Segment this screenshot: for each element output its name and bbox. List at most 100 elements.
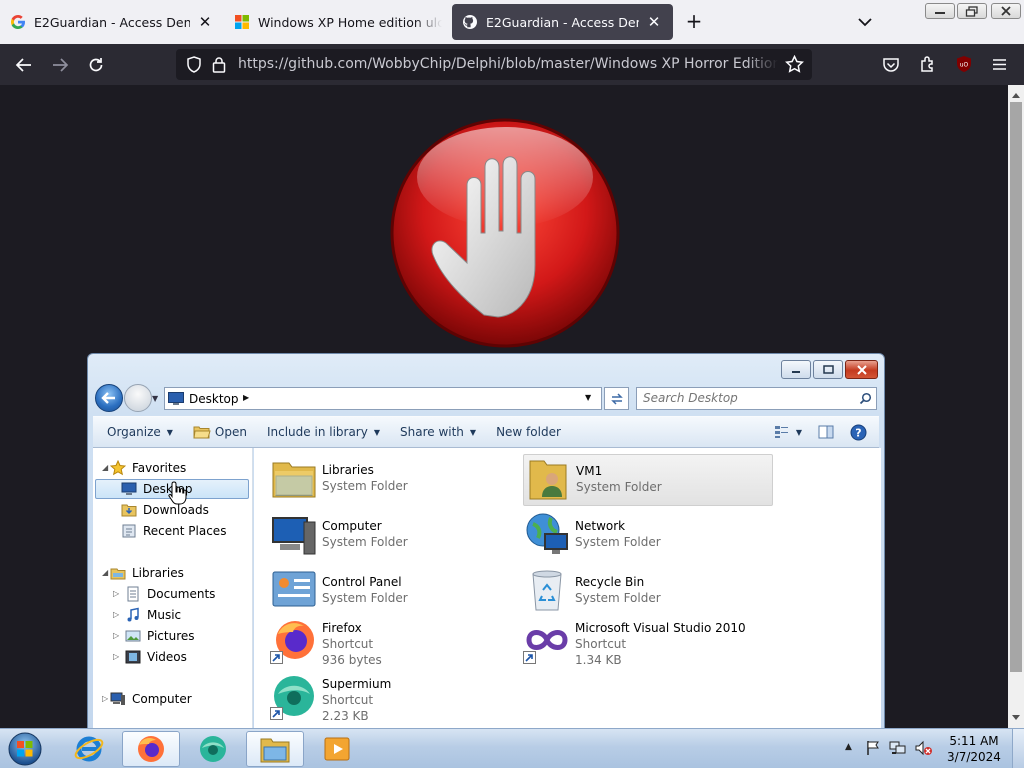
search-box[interactable] [636, 387, 877, 410]
close-tab-icon[interactable]: ✕ [645, 13, 663, 31]
ublock-icon[interactable]: uO [955, 55, 973, 73]
item-vm1[interactable]: VM1 System Folder [523, 454, 773, 506]
firefox-icon [138, 736, 164, 762]
breadcrumb-arrow-icon[interactable]: ▶ [243, 393, 249, 402]
taskbar-supermium[interactable] [184, 731, 242, 767]
collapse-arrow-icon[interactable]: ◢ [102, 463, 108, 472]
new-tab-button[interactable]: + [682, 10, 706, 34]
system-clock[interactable]: 5:11 AM 3/7/2024 [940, 733, 1008, 765]
nav-videos[interactable]: Videos [125, 647, 187, 667]
item-name: Computer [322, 519, 382, 533]
close-tab-icon[interactable]: ✕ [196, 13, 214, 31]
network-status-icon[interactable] [889, 740, 907, 756]
network-icon [526, 513, 568, 554]
show-desktop-button[interactable] [1012, 729, 1024, 768]
item-type: System Folder [322, 535, 408, 549]
window-minimize-button[interactable] [925, 3, 955, 19]
search-input[interactable] [643, 391, 853, 405]
nav-libraries[interactable]: Libraries [110, 563, 184, 583]
organize-button[interactable]: Organize ▼ [93, 420, 183, 444]
search-icon[interactable] [859, 392, 872, 405]
shield-icon[interactable] [186, 56, 202, 73]
start-button-icon[interactable] [6, 731, 44, 767]
tab-strip: E2Guardian - Access Denied ✕ Windows XP … [0, 0, 1024, 44]
star-icon[interactable] [785, 55, 804, 74]
scroll-up-icon[interactable] [1011, 91, 1021, 99]
share-with-label: Share with [400, 425, 464, 439]
scrollbar-thumb[interactable] [1010, 102, 1022, 672]
expand-arrow-icon[interactable]: ▷ [113, 589, 119, 598]
explorer-close-button[interactable] [845, 360, 878, 379]
new-folder-button[interactable]: New folder [486, 420, 571, 444]
taskbar-media-player[interactable] [308, 731, 366, 767]
nav-music[interactable]: Music [125, 605, 181, 625]
nav-favorites[interactable]: Favorites [110, 458, 186, 478]
expand-arrow-icon[interactable]: ▷ [102, 694, 108, 703]
change-view-button[interactable]: ▼ [768, 420, 808, 444]
volume-muted-icon[interactable] [915, 740, 933, 756]
reload-button[interactable] [83, 52, 109, 78]
item-name: Control Panel [322, 575, 402, 589]
open-button[interactable]: Open [183, 420, 257, 444]
menu-icon[interactable] [991, 56, 1008, 73]
item-firefox[interactable]: Firefox Shortcut 936 bytes [270, 616, 520, 674]
minimize-icon [792, 370, 800, 373]
url-text[interactable]: https://github.com/WobbyChip/Delphi/blob… [238, 56, 778, 72]
url-bar[interactable]: https://github.com/WobbyChip/Delphi/blob… [176, 49, 812, 80]
address-bar[interactable]: Desktop ▶ ▼ [164, 387, 602, 410]
include-in-library-label: Include in library [266, 425, 368, 439]
explorer-forward-button[interactable] [124, 384, 152, 412]
extensions-icon[interactable] [919, 55, 937, 73]
github-icon [463, 15, 477, 29]
item-visual-studio[interactable]: Microsoft Visual Studio 2010 Shortcut 1.34… [523, 616, 823, 674]
share-with-button[interactable]: Share with ▼ [390, 420, 486, 444]
nav-downloads[interactable]: Downloads [121, 500, 209, 520]
explorer-back-button[interactable] [95, 384, 123, 412]
tab-windows-xp[interactable]: Windows XP Home edition ulcp [224, 4, 452, 40]
expand-arrow-icon[interactable]: ▷ [113, 652, 119, 661]
maximize-icon [822, 365, 834, 374]
forward-button[interactable] [47, 52, 73, 78]
collapse-arrow-icon[interactable]: ◢ [102, 568, 108, 577]
window-close-button[interactable] [991, 3, 1021, 19]
item-type: Shortcut [322, 693, 374, 707]
back-button[interactable] [11, 52, 37, 78]
expand-arrow-icon[interactable]: ▷ [113, 610, 119, 619]
recent-pages-chevron-icon[interactable]: ▼ [152, 394, 158, 403]
item-control-panel[interactable]: Control Panel System Folder [270, 566, 520, 618]
expand-arrow-icon[interactable]: ▷ [113, 631, 119, 640]
lock-icon[interactable] [212, 56, 226, 73]
taskbar-internet-explorer[interactable] [60, 731, 118, 767]
recycle-bin-icon [532, 570, 562, 611]
nav-recent-places[interactable]: Recent Places [121, 521, 226, 541]
refresh-button[interactable] [604, 387, 629, 410]
nav-pictures[interactable]: Pictures [125, 626, 195, 646]
nav-computer[interactable]: Computer [110, 689, 192, 709]
item-libraries[interactable]: Libraries System Folder [270, 454, 520, 506]
visual-studio-shortcut-icon [523, 616, 571, 664]
window-restore-button[interactable] [957, 3, 987, 19]
item-supermium[interactable]: Supermium Shortcut 2.23 KB [270, 672, 520, 730]
item-computer[interactable]: Computer System Folder [270, 510, 520, 562]
action-center-flag-icon[interactable] [865, 740, 881, 756]
nav-documents[interactable]: Documents [125, 584, 215, 604]
show-hidden-icons-icon[interactable]: ▲ [845, 742, 852, 752]
explorer-minimize-button[interactable] [781, 360, 811, 379]
taskbar-firefox[interactable] [122, 731, 180, 767]
pocket-icon[interactable] [882, 56, 900, 74]
scroll-down-icon[interactable] [1011, 714, 1021, 722]
tab-e2guardian-active[interactable]: E2Guardian - Access Denied ✕ [452, 4, 673, 40]
google-g-icon [11, 15, 25, 29]
taskbar-explorer[interactable] [246, 731, 304, 767]
help-button[interactable]: ? [844, 420, 879, 444]
item-recycle-bin[interactable]: Recycle Bin System Folder [523, 566, 773, 618]
explorer-window: ▼ Desktop ▶ ▼ Organize ▼ Open Include in … [87, 353, 885, 733]
preview-pane-button[interactable] [808, 420, 844, 444]
tab-e2guardian-1[interactable]: E2Guardian - Access Denied ✕ [0, 4, 224, 40]
include-in-library-button[interactable]: Include in library ▼ [257, 420, 390, 444]
list-all-tabs-chevron-icon[interactable] [853, 10, 877, 34]
address-dropdown-icon[interactable]: ▼ [585, 393, 591, 402]
explorer-maximize-button[interactable] [813, 360, 843, 379]
item-size: 936 bytes [322, 653, 382, 667]
item-network[interactable]: Network System Folder [523, 510, 773, 562]
